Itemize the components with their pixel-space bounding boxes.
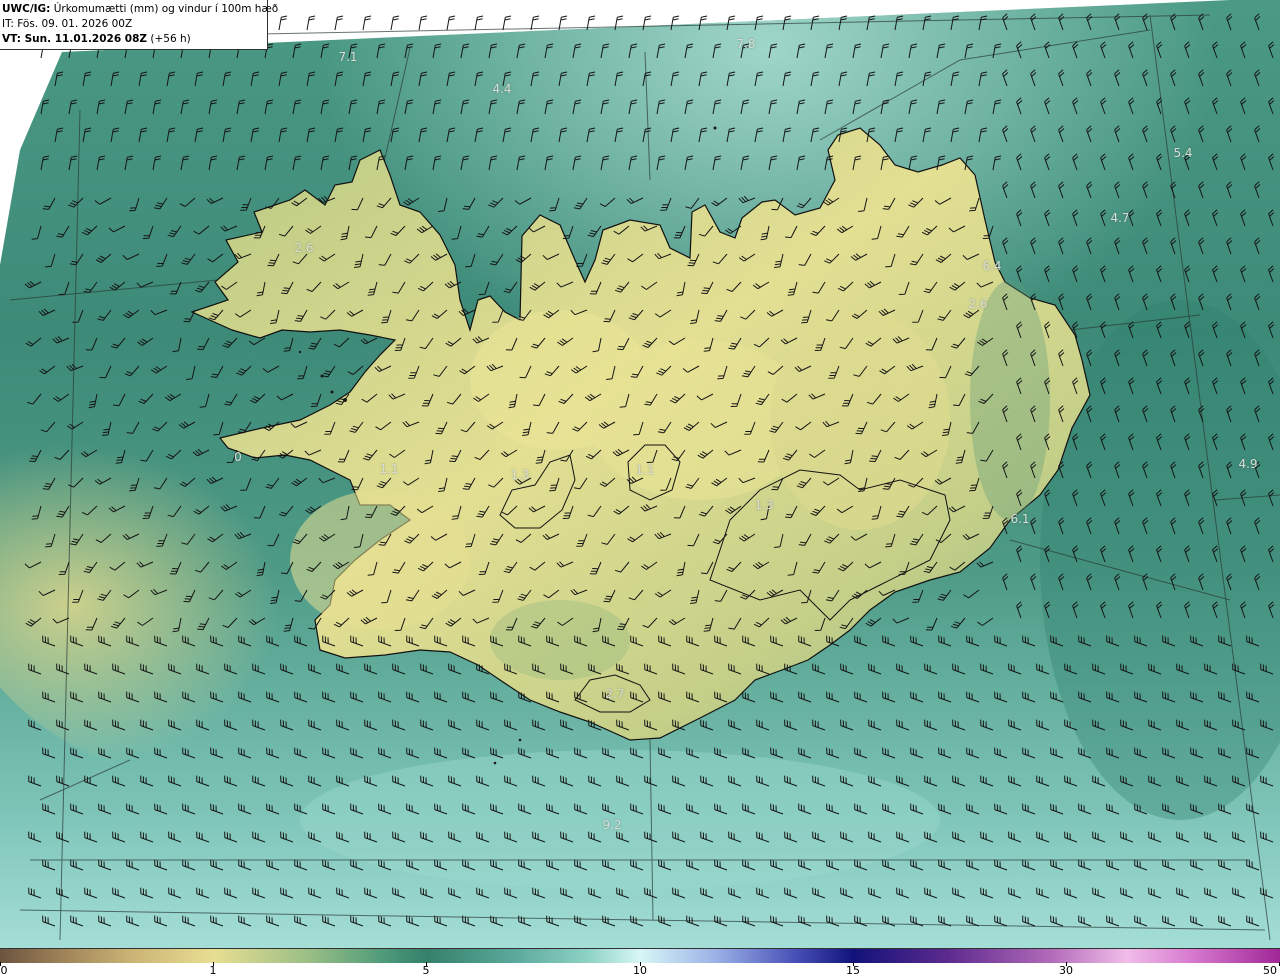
title-line: UWC/IG: Úrkomumætti (mm) og vindur í 100… bbox=[2, 2, 278, 17]
value-label: 6.1 bbox=[1010, 512, 1030, 526]
colorbar-label: 50 bbox=[1263, 964, 1277, 977]
wind-barb bbox=[306, 15, 316, 31]
map-info-box: UWC/IG: Úrkomumætti (mm) og vindur í 100… bbox=[0, 0, 278, 50]
value-label: 7.8 bbox=[736, 37, 756, 51]
valid-time: VT: Sun. 11.01.2026 08Z bbox=[2, 33, 148, 45]
value-label: 2.6 bbox=[294, 241, 314, 255]
wind-barb bbox=[390, 15, 400, 31]
forecast-hour: (+56 h) bbox=[150, 33, 191, 45]
value-label: 6.4 bbox=[982, 259, 1002, 273]
map-title: Úrkomumætti (mm) og vindur í 100m hæð bbox=[53, 3, 279, 15]
wind-barb bbox=[446, 15, 456, 31]
value-label: 5.4 bbox=[1173, 146, 1193, 160]
colorbar-label: 5 bbox=[422, 964, 430, 977]
colorbar-label: 10 bbox=[633, 964, 647, 977]
value-label: 1.1 bbox=[379, 462, 399, 476]
value-label: 1.3 bbox=[754, 498, 774, 512]
wind-barb bbox=[362, 15, 372, 31]
value-label: 4.9 bbox=[1238, 457, 1258, 471]
value-label: 7.1 bbox=[338, 50, 358, 64]
value-label: 1.3 bbox=[510, 468, 530, 482]
value-label: 4.4 bbox=[492, 82, 512, 96]
colorbar-label: 30 bbox=[1059, 964, 1073, 977]
value-label: 4.7 bbox=[1110, 211, 1130, 225]
initial-time: IT: Fös. 09. 01. 2026 00Z bbox=[2, 18, 133, 30]
product-code: UWC/IG: bbox=[2, 3, 51, 15]
wind-barb bbox=[278, 15, 288, 31]
value-label: 1.1 bbox=[635, 463, 655, 477]
wind-barb bbox=[530, 15, 540, 31]
colorbar-label: 1 bbox=[209, 964, 217, 977]
map-area: UWC/IG: Úrkomumætti (mm) og vindur í 100… bbox=[0, 0, 1280, 948]
value-label: 2.7 bbox=[605, 687, 625, 701]
wind-barb bbox=[502, 15, 512, 31]
value-label: 2.6 bbox=[968, 297, 988, 311]
wind-barb bbox=[474, 15, 484, 31]
colorbar-strip bbox=[0, 948, 1280, 963]
value-label: 0 bbox=[234, 450, 242, 464]
value-label: 9.2 bbox=[602, 818, 622, 832]
colorbar-label: 15 bbox=[846, 964, 860, 977]
valid-time-line: VT: Sun. 11.01.2026 08Z (+56 h) bbox=[2, 32, 267, 47]
colorbar-label: 0 bbox=[0, 964, 8, 977]
wind-barb bbox=[334, 15, 344, 31]
colorbar: 0 1 5 10 15 30 50 bbox=[0, 948, 1280, 978]
wind-barb bbox=[418, 15, 428, 31]
